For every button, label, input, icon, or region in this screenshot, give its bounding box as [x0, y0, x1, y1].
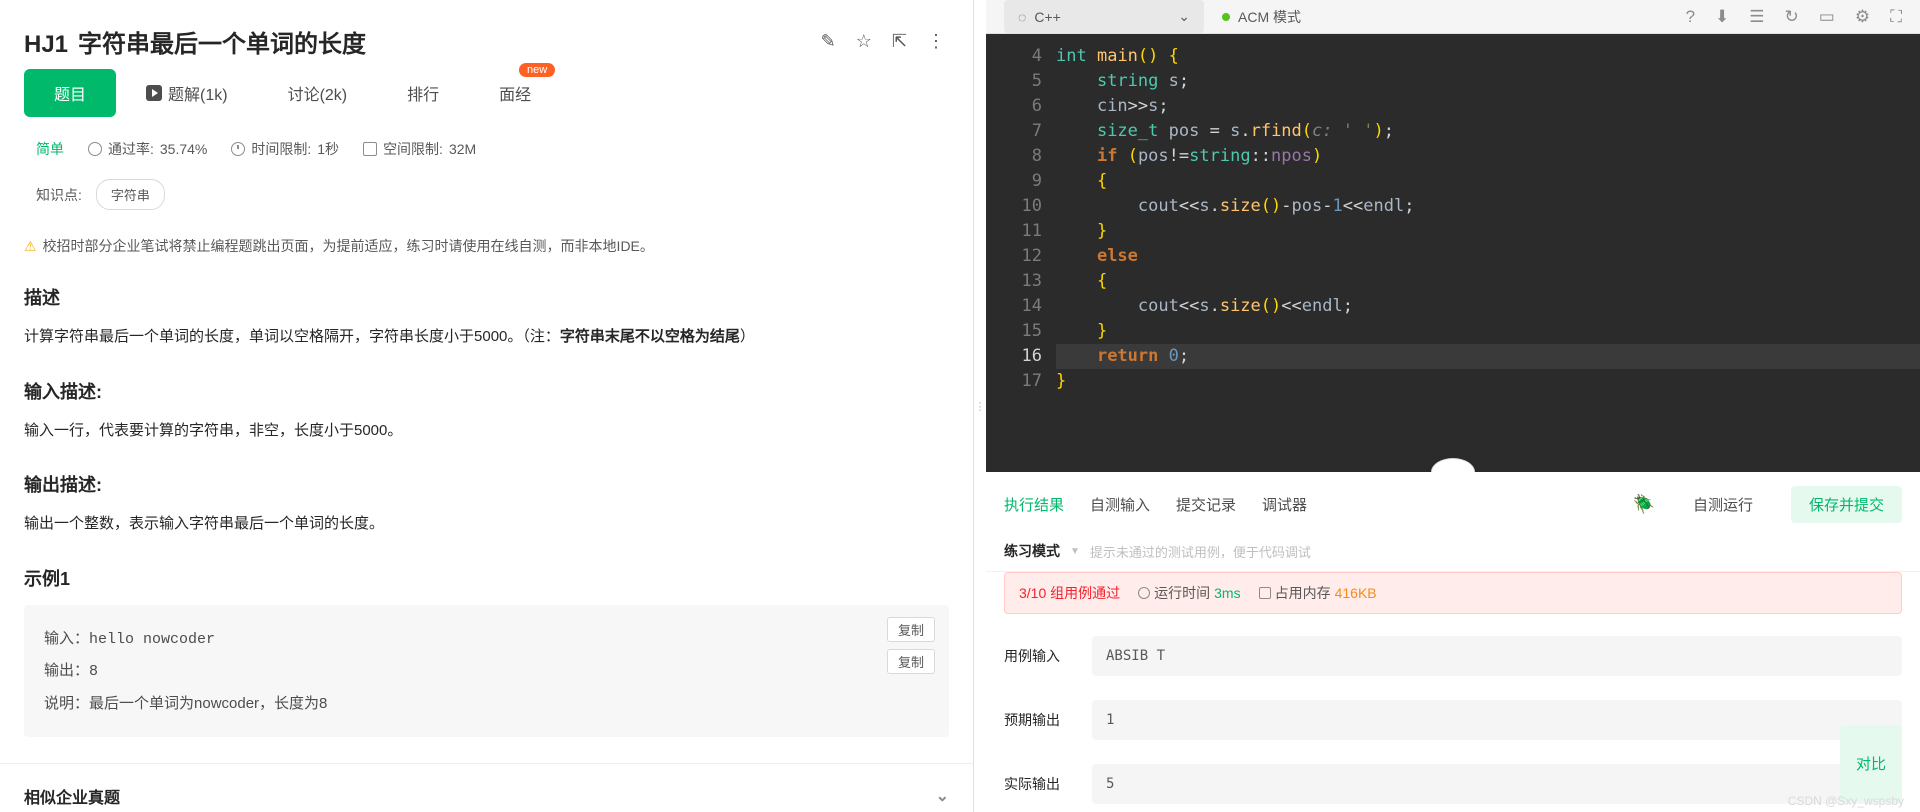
input-heading: 输入描述: — [24, 378, 949, 404]
bug-icon[interactable]: 🪲 — [1633, 494, 1655, 515]
input-text: 输入一行，代表要计算的字符串，非空，长度小于5000。 — [24, 418, 949, 444]
example-note-label: 说明： — [44, 695, 89, 712]
download-icon[interactable]: ⬇ — [1715, 7, 1729, 27]
description-heading: 描述 — [24, 284, 949, 310]
warning-icon: ⚠ — [24, 238, 37, 254]
example-output-label: 输出： — [44, 662, 89, 679]
example-output-value: 8 — [89, 663, 98, 680]
clock-icon — [1138, 587, 1150, 599]
example-note-value: 最后一个单词为nowcoder，长度为8 — [89, 695, 327, 712]
memory-icon — [363, 142, 377, 156]
editor-mode: ACM 模式 — [1222, 7, 1301, 27]
meta-row: 简单 通过率: 35.74% 时间限制: 1秒 空间限制: 32M — [0, 117, 973, 159]
chevron-down-icon: ⌄ — [936, 786, 949, 806]
fullscreen-icon[interactable]: ⛶ — [1890, 7, 1902, 27]
submit-button[interactable]: 保存并提交 — [1791, 486, 1902, 523]
case-input-label: 用例输入 — [1004, 646, 1092, 666]
example-input-label: 输入： — [44, 630, 89, 647]
accordion-title: 相似企业真题 — [24, 784, 120, 808]
page-title: HJ1 字符串最后一个单词的长度 — [24, 24, 366, 59]
share-icon[interactable]: ⇱ — [892, 31, 907, 52]
fail-summary: 3/10 组用例通过 运行时间 3ms 占用内存 416KB — [1004, 572, 1902, 614]
compare-button[interactable]: 对比 — [1840, 725, 1902, 802]
result-panel: 执行结果 自测输入 提交记录 调试器 🪲 自测运行 保存并提交 练习模式 ▼ 提… — [986, 472, 1920, 812]
problem-tabs: 题目 题解(1k) 讨论(2k) 排行 面经new — [0, 69, 973, 117]
difficulty-badge: 简单 — [36, 139, 64, 159]
tab-rank[interactable]: 排行 — [377, 69, 469, 117]
language-label: C++ — [1034, 9, 1060, 25]
copy-output-button[interactable]: 复制 — [887, 649, 935, 674]
pass-rate: 通过率: 35.74% — [88, 139, 207, 159]
tab-solution[interactable]: 题解(1k) — [116, 69, 258, 117]
code-editor[interactable]: 4567891011121314151617 int main() { stri… — [986, 34, 1920, 472]
status-dot-icon — [1222, 13, 1230, 21]
tab-self-test[interactable]: 自测输入 — [1090, 494, 1150, 515]
code-content: int main() { string s; cin>>s; size_t po… — [1056, 34, 1920, 472]
rectangle-icon[interactable]: ▭ — [1819, 7, 1835, 27]
problem-panel: HJ1 字符串最后一个单词的长度 ✎ ☆ ⇱ ⋮ 题目 题解(1k) 讨论(2k… — [0, 0, 974, 812]
clock-icon — [231, 142, 245, 156]
dropdown-icon[interactable]: ▼ — [1070, 546, 1080, 557]
memory-limit: 空间限制: 32M — [363, 139, 476, 159]
watermark: CSDN @Sxy_wspsby — [1788, 794, 1904, 808]
expected-output-label: 预期输出 — [1004, 710, 1092, 730]
problem-code: HJ1 — [24, 31, 68, 59]
tab-submissions[interactable]: 提交记录 — [1176, 494, 1236, 515]
tags-row: 知识点: 字符串 — [0, 159, 973, 210]
notes-icon[interactable]: ☰ — [1749, 7, 1764, 27]
tags-label: 知识点: — [36, 185, 82, 205]
actual-output-label: 实际输出 — [1004, 774, 1092, 794]
tab-problem[interactable]: 题目 — [24, 69, 116, 117]
help-icon[interactable]: ? — [1686, 7, 1695, 27]
copy-input-button[interactable]: 复制 — [887, 617, 935, 642]
star-icon[interactable]: ☆ — [856, 31, 872, 52]
target-icon — [88, 142, 102, 156]
example-heading: 示例1 — [24, 565, 949, 591]
chevron-down-icon: ⌄ — [1178, 8, 1190, 25]
output-text: 输出一个整数，表示输入字符串最后一个单词的长度。 — [24, 511, 949, 537]
line-gutter: 4567891011121314151617 — [986, 34, 1056, 472]
time-limit: 时间限制: 1秒 — [231, 139, 339, 159]
tab-experience[interactable]: 面经new — [469, 69, 561, 117]
pass-count: 3/10 组用例通过 — [1019, 583, 1120, 603]
language-select[interactable]: ◌ C++ ⌄ — [1004, 0, 1204, 33]
refresh-icon[interactable]: ↻ — [1785, 7, 1799, 27]
practice-mode-row: 练习模式 ▼ 提示未通过的测试用例，便于代码调试 — [986, 533, 1920, 572]
run-button[interactable]: 自测运行 — [1675, 486, 1771, 523]
example-box: 复制 复制 输入：hello nowcoder 输出：8 说明：最后一个单词为n… — [24, 605, 949, 738]
problem-title: 字符串最后一个单词的长度 — [78, 24, 366, 59]
editor-topbar: ◌ C++ ⌄ ACM 模式 ? ⬇ ☰ ↻ ▭ ⚙ ⛶ — [986, 0, 1920, 34]
globe-icon: ◌ — [1018, 9, 1026, 25]
example-input-value: hello nowcoder — [89, 631, 215, 648]
tab-exec-result[interactable]: 执行结果 — [1004, 494, 1064, 515]
code-panel: ◌ C++ ⌄ ACM 模式 ? ⬇ ☰ ↻ ▭ ⚙ ⛶ 456789101112… — [986, 0, 1920, 812]
more-icon[interactable]: ⋮ — [927, 31, 945, 52]
actual-output-value: 5 — [1092, 764, 1902, 804]
description-text: 计算字符串最后一个单词的长度，单词以空格隔开，字符串长度小于5000。（注：字符… — [24, 324, 949, 350]
output-heading: 输出描述: — [24, 471, 949, 497]
similar-questions-accordion[interactable]: 相似企业真题 ⌄ — [0, 763, 973, 812]
new-badge: new — [519, 63, 555, 77]
settings-icon[interactable]: ⚙ — [1855, 7, 1870, 27]
panel-resize-handle[interactable]: ⋮ — [974, 0, 986, 812]
play-icon — [146, 85, 162, 101]
tag-string[interactable]: 字符串 — [96, 179, 165, 210]
io-table: 用例输入 ABSIB T 预期输出 1 实际输出 5 对比 — [986, 614, 1920, 812]
tab-discuss[interactable]: 讨论(2k) — [258, 69, 378, 117]
case-input-value: ABSIB T — [1092, 636, 1902, 676]
edit-icon[interactable]: ✎ — [821, 31, 836, 52]
database-icon — [1259, 587, 1271, 599]
expected-output-value: 1 — [1092, 700, 1902, 740]
tab-debugger[interactable]: 调试器 — [1262, 494, 1307, 515]
warning-banner: ⚠校招时部分企业笔试将禁止编程题跳出页面，为提前适应，练习时请使用在线自测，而非… — [0, 210, 973, 256]
